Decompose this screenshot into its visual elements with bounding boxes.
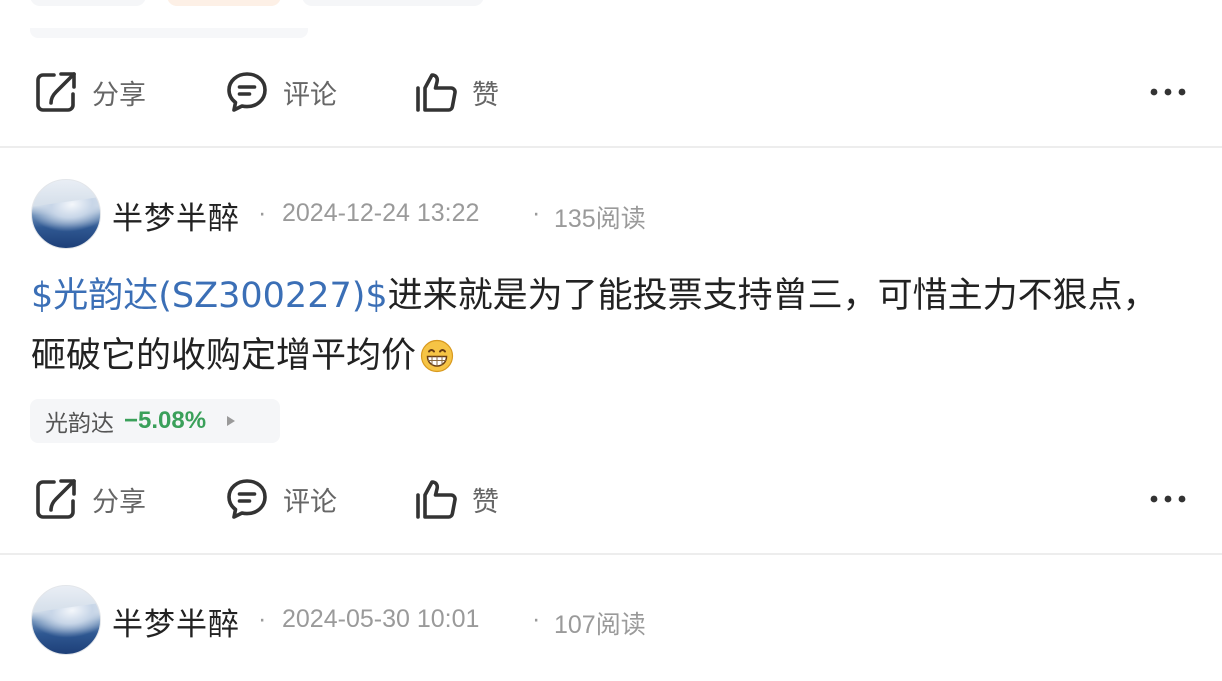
read-count: 107阅读 (554, 611, 646, 639)
author-name[interactable]: 半梦半醉 (112, 193, 240, 238)
post-action-bar: 分享 评论 赞 (0, 469, 1222, 529)
stock-change: −5.08% (124, 407, 207, 434)
play-arrow-icon (226, 412, 236, 431)
meta-separator: · (258, 199, 267, 227)
avatar[interactable] (31, 585, 101, 655)
post-content[interactable]: $光韵达(SZ300227)$进来就是为了能投票支持曾三，可惜主力不狠点，砸破它… (31, 266, 1191, 392)
stock-quote-tag[interactable]: 光韵达 −5.08% (30, 399, 280, 443)
share-label: 分享 (92, 486, 146, 518)
stock-name: 光韵达 (45, 411, 114, 437)
post-feed: 分享 评论 赞 半梦半醉 · 2024-12-24 13:22 · 135阅读 … (0, 0, 1222, 681)
like-button[interactable]: 赞 (414, 62, 499, 122)
meta-separator: · (532, 199, 541, 227)
more-dots-icon (1150, 88, 1186, 96)
share-icon (34, 70, 78, 114)
post-date: 2024-12-24 13:22 (282, 199, 480, 227)
comment-icon (225, 70, 269, 114)
share-button[interactable]: 分享 (34, 469, 146, 529)
post-header: 半梦半醉 · 2024-12-24 13:22 · 135阅读 (0, 179, 1222, 249)
share-icon (34, 477, 78, 521)
comment-label: 评论 (283, 79, 337, 111)
comment-button[interactable]: 评论 (225, 62, 337, 122)
thumbs-up-icon (414, 477, 458, 521)
like-label: 赞 (472, 486, 499, 518)
grinning-emoji-icon (420, 332, 454, 392)
post-divider (0, 146, 1222, 148)
post-header: 半梦半醉 · 2024-05-30 10:01 · 107阅读 (0, 585, 1222, 655)
attachment-chip[interactable] (167, 0, 281, 6)
stock-link[interactable]: $光韵达(SZ300227)$ (31, 276, 388, 316)
attachment-chip[interactable] (30, 0, 146, 6)
attachment-preview (30, 28, 308, 38)
more-button[interactable] (1150, 469, 1186, 529)
comment-button[interactable]: 评论 (225, 469, 337, 529)
avatar[interactable] (31, 179, 101, 249)
like-button[interactable]: 赞 (414, 469, 499, 529)
post-action-bar: 分享 评论 赞 (0, 62, 1222, 122)
read-count: 135阅读 (554, 205, 646, 233)
more-button[interactable] (1150, 62, 1186, 122)
attachment-chip[interactable] (302, 0, 484, 6)
post-divider (0, 553, 1222, 555)
comment-label: 评论 (283, 486, 337, 518)
more-dots-icon (1150, 495, 1186, 503)
author-name[interactable]: 半梦半醉 (112, 599, 240, 644)
comment-icon (225, 477, 269, 521)
share-label: 分享 (92, 79, 146, 111)
meta-separator: · (532, 605, 541, 633)
meta-separator: · (258, 605, 267, 633)
like-label: 赞 (472, 79, 499, 111)
share-button[interactable]: 分享 (34, 62, 146, 122)
thumbs-up-icon (414, 70, 458, 114)
previous-post-attachments (0, 0, 1222, 40)
post-date: 2024-05-30 10:01 (282, 605, 480, 633)
